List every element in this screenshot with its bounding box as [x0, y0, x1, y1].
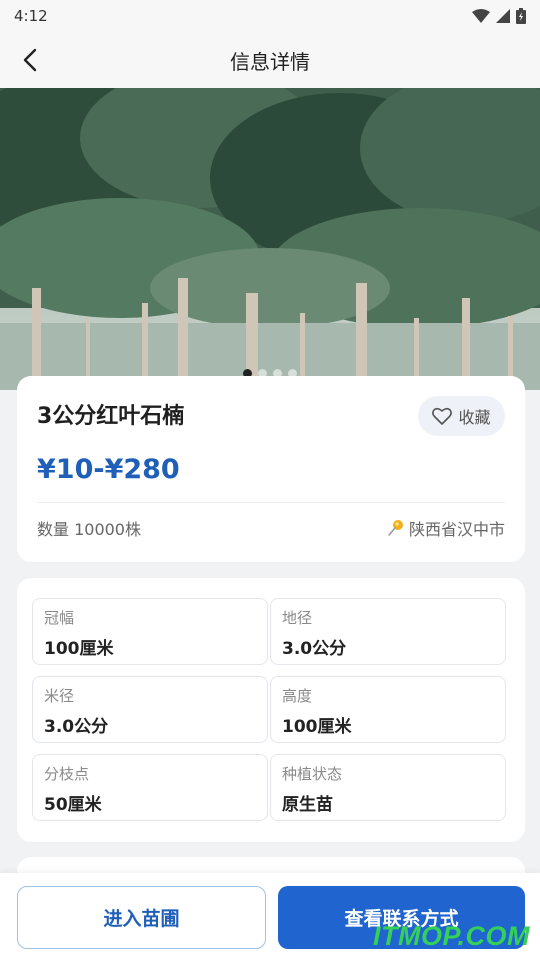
spec-item: 冠幅 100厘米: [32, 598, 268, 665]
wifi-icon: [472, 9, 490, 23]
spec-label: 米径: [44, 687, 75, 705]
chevron-left-icon: [23, 48, 37, 72]
status-time: 4:12: [14, 7, 48, 25]
spec-item: 种植状态 原生苗: [270, 754, 506, 821]
back-button[interactable]: [14, 44, 46, 76]
bottom-action-bar: 进入苗圃 查看联系方式 ITMOP.COM: [0, 873, 540, 960]
spec-value: 3.0公分: [44, 717, 109, 737]
spec-value: 3.0公分: [282, 639, 347, 659]
divider: [37, 502, 505, 503]
spec-item: 米径 3.0公分: [32, 676, 268, 743]
specs-grid: 冠幅 100厘米 地径 3.0公分 米径 3.0公分 高度 100厘米 分枝点 …: [32, 598, 510, 821]
favorite-label: 收藏: [458, 408, 491, 427]
spec-label: 冠幅: [44, 609, 75, 627]
product-meta: 数量 10000株 陕西省汉中市: [37, 516, 505, 540]
spec-value: 50厘米: [44, 795, 102, 815]
enter-nursery-button[interactable]: 进入苗圃: [17, 886, 266, 949]
spec-value: 原生苗: [282, 795, 333, 815]
page-title: 信息详情: [230, 49, 310, 74]
watermark: ITMOP.COM: [372, 921, 530, 951]
spec-label: 种植状态: [282, 765, 343, 783]
product-specs-card: 冠幅 100厘米 地径 3.0公分 米径 3.0公分 高度 100厘米 分枝点 …: [17, 578, 525, 842]
product-summary-card: 3公分红叶石楠 ¥10-¥280 收藏 数量 10000株 陕西省汉中市: [17, 376, 525, 562]
product-photo: [0, 88, 540, 390]
cell-signal-icon: [496, 9, 510, 23]
favorite-button[interactable]: 收藏: [418, 396, 505, 436]
spec-label: 高度: [282, 687, 313, 705]
heart-icon: [432, 407, 453, 425]
spec-label: 分枝点: [44, 765, 90, 783]
product-location: 陕西省汉中市: [387, 516, 505, 540]
status-icons: [472, 8, 526, 24]
pin-icon: [388, 520, 403, 536]
product-quantity: 数量 10000株: [37, 520, 141, 539]
product-image-carousel[interactable]: [0, 88, 540, 390]
location-text: 陕西省汉中市: [408, 520, 505, 539]
product-price: ¥10-¥280: [37, 454, 180, 485]
spec-item: 高度 100厘米: [270, 676, 506, 743]
status-bar: 4:12: [0, 0, 540, 32]
spec-item: 地径 3.0公分: [270, 598, 506, 665]
spec-value: 100厘米: [44, 639, 114, 659]
spec-value: 100厘米: [282, 717, 352, 737]
spec-item: 分枝点 50厘米: [32, 754, 268, 821]
spec-label: 地径: [282, 609, 313, 627]
nav-bar: 信息详情: [0, 32, 540, 88]
battery-icon: [516, 8, 526, 24]
